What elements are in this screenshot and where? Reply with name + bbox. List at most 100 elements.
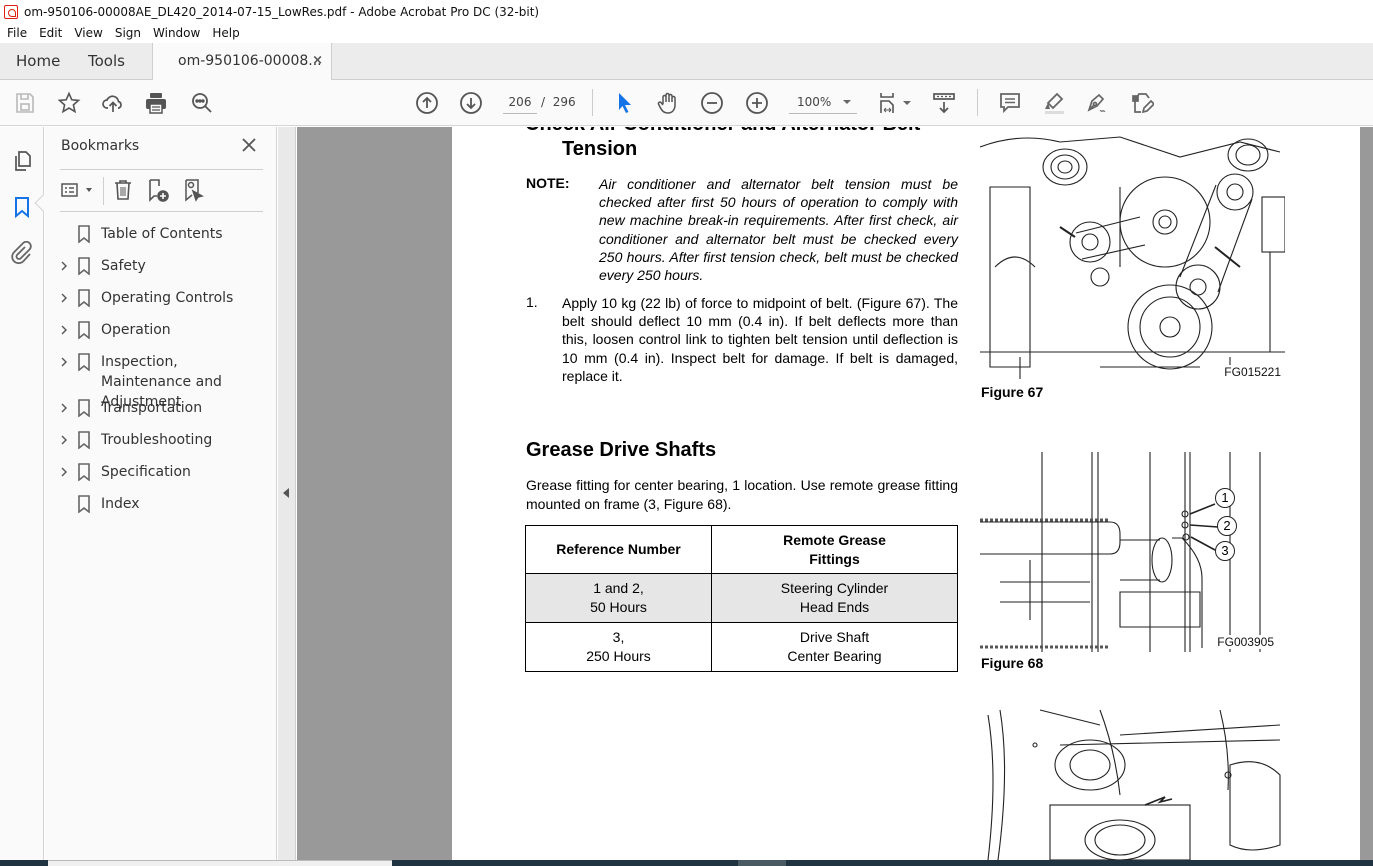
new-bookmark-icon[interactable] xyxy=(145,178,169,202)
bookmarks-icon[interactable] xyxy=(10,195,34,219)
chevron-right-icon[interactable] xyxy=(58,324,70,336)
table-cell: Steering Cylinder Head Ends xyxy=(711,573,958,623)
menu-edit[interactable]: Edit xyxy=(33,26,68,40)
taskbar-active-item[interactable] xyxy=(48,860,392,866)
callout-3: 3 xyxy=(1215,541,1235,561)
menu-sign[interactable]: Sign xyxy=(109,26,147,40)
arrow-down-circle-icon[interactable] xyxy=(458,90,484,116)
toolbar-divider xyxy=(592,89,593,116)
tab-home[interactable]: Home xyxy=(16,43,60,79)
close-icon[interactable] xyxy=(241,137,257,153)
bookmark-item[interactable]: Inspection, Maintenance and Adjustment xyxy=(45,352,277,410)
delete-bookmark-icon[interactable] xyxy=(111,178,135,202)
figure-67-illustration: FG015221 xyxy=(980,127,1285,379)
menu-window[interactable]: Window xyxy=(147,26,206,40)
bookmark-label: Specification xyxy=(101,464,191,480)
bookmark-icon xyxy=(78,289,90,307)
edit-pdf-icon[interactable] xyxy=(1129,90,1155,116)
cursor-arrow-icon[interactable] xyxy=(612,90,638,116)
table-row: 3, 250 Hours Drive Shaft Center Bearing xyxy=(525,622,958,672)
callout-2: 2 xyxy=(1217,516,1237,536)
menu-help[interactable]: Help xyxy=(206,26,245,40)
attachments-icon[interactable] xyxy=(10,240,34,265)
bookmark-icon xyxy=(78,399,90,417)
arrow-up-circle-icon[interactable] xyxy=(414,90,440,116)
tab-tools[interactable]: Tools xyxy=(88,43,125,79)
document-viewer[interactable]: Check Air Conditioner and Alternator Bel… xyxy=(297,127,1373,860)
find-zoom-icon[interactable] xyxy=(189,90,215,116)
chevron-right-icon[interactable] xyxy=(58,260,70,272)
taskbar xyxy=(0,860,1373,866)
chevron-right-icon[interactable] xyxy=(58,402,70,414)
comment-icon[interactable] xyxy=(997,90,1023,116)
section-heading: Grease Drive Shafts xyxy=(526,439,717,461)
bookmark-icon xyxy=(78,495,90,513)
options-menu-icon[interactable] xyxy=(60,178,84,202)
find-bookmark-icon[interactable] xyxy=(181,178,205,202)
figure-caption: Figure 67 xyxy=(981,384,1044,400)
chevron-right-icon[interactable] xyxy=(58,466,70,478)
table-cell: 1 and 2, 50 Hours xyxy=(525,573,712,623)
bookmark-label: Operating Controls xyxy=(101,290,234,306)
menu-view[interactable]: View xyxy=(68,26,108,40)
tab-document[interactable]: om-950106-00008... × xyxy=(152,43,332,80)
table-cell: 3, 250 Hours xyxy=(525,622,712,672)
plus-circle-icon[interactable] xyxy=(744,90,770,116)
chevron-down-icon xyxy=(843,100,851,104)
bookmark-label: Table of Contents xyxy=(101,226,223,242)
chevron-right-icon[interactable] xyxy=(58,434,70,446)
section-heading-partial: Check Air Conditioner and Alternator Bel… xyxy=(525,127,920,136)
paragraph: Grease fitting for center bearing, 1 loc… xyxy=(526,477,958,512)
table-cell: Drive Shaft Center Bearing xyxy=(711,622,958,672)
options-dropdown-icon[interactable] xyxy=(86,188,92,192)
callout-1: 1 xyxy=(1215,488,1235,508)
left-rail xyxy=(0,127,44,860)
page-number-input[interactable]: 206 xyxy=(503,90,537,114)
total-pages: 296 xyxy=(552,95,576,109)
bookmark-label: Troubleshooting xyxy=(101,432,213,448)
vertical-scrollbar[interactable] xyxy=(1360,127,1373,860)
bookmark-icon xyxy=(78,353,90,371)
upload-cloud-icon[interactable] xyxy=(100,90,126,116)
fit-page-dropdown-icon[interactable] xyxy=(903,101,911,105)
section-heading: Tension xyxy=(562,138,638,160)
bookmarks-panel: Bookmarks Table of Contents Safety Opera… xyxy=(45,127,277,860)
page-total: / 296 xyxy=(541,90,576,114)
panel-collapse-strip[interactable] xyxy=(278,127,296,860)
highlight-icon[interactable] xyxy=(1041,90,1067,116)
toolbar-divider xyxy=(977,89,978,116)
tab-bar: Home Tools om-950106-00008... × xyxy=(0,43,1373,80)
zoom-level-value: 100% xyxy=(797,95,832,109)
bookmark-icon xyxy=(78,257,90,275)
bookmark-label: Safety xyxy=(101,258,146,274)
collapse-arrow-icon[interactable] xyxy=(283,488,289,498)
note-text: Air conditioner and alternator belt tens… xyxy=(599,176,958,284)
chevron-right-icon[interactable] xyxy=(58,292,70,304)
menu-file[interactable]: File xyxy=(0,26,33,40)
zoom-level-select[interactable]: 100% xyxy=(789,90,857,114)
fit-page-icon[interactable] xyxy=(876,90,902,116)
save-icon[interactable] xyxy=(12,90,38,116)
bookmark-star-icon[interactable] xyxy=(56,90,82,116)
print-icon[interactable] xyxy=(143,90,169,116)
bookmarks-title: Bookmarks xyxy=(61,138,140,154)
window-title: om-950106-00008AE_DL420_2014-07-15_LowRe… xyxy=(24,4,540,19)
scroll-mode-icon[interactable] xyxy=(931,90,957,116)
chevron-right-icon[interactable] xyxy=(58,356,70,368)
divider xyxy=(60,169,263,170)
divider xyxy=(103,177,104,205)
tab-document-label: om-950106-00008... xyxy=(178,53,322,69)
sign-icon[interactable] xyxy=(1084,90,1110,116)
bookmark-icon xyxy=(78,225,90,243)
taskbar-item[interactable] xyxy=(738,860,786,866)
bookmark-icon xyxy=(78,463,90,481)
bookmark-label: Operation xyxy=(101,322,171,338)
page-thumbnails-icon[interactable] xyxy=(10,149,34,173)
hand-icon[interactable] xyxy=(655,90,681,116)
minus-circle-icon[interactable] xyxy=(699,90,725,116)
table-row: 1 and 2, 50 Hours Steering Cylinder Head E… xyxy=(525,573,958,623)
bookmark-icon xyxy=(78,321,90,339)
figure-68-illustration: 1 2 3 FG003905 xyxy=(980,452,1285,655)
page-separator: / xyxy=(541,95,546,109)
close-tab-icon[interactable]: × xyxy=(312,43,323,79)
